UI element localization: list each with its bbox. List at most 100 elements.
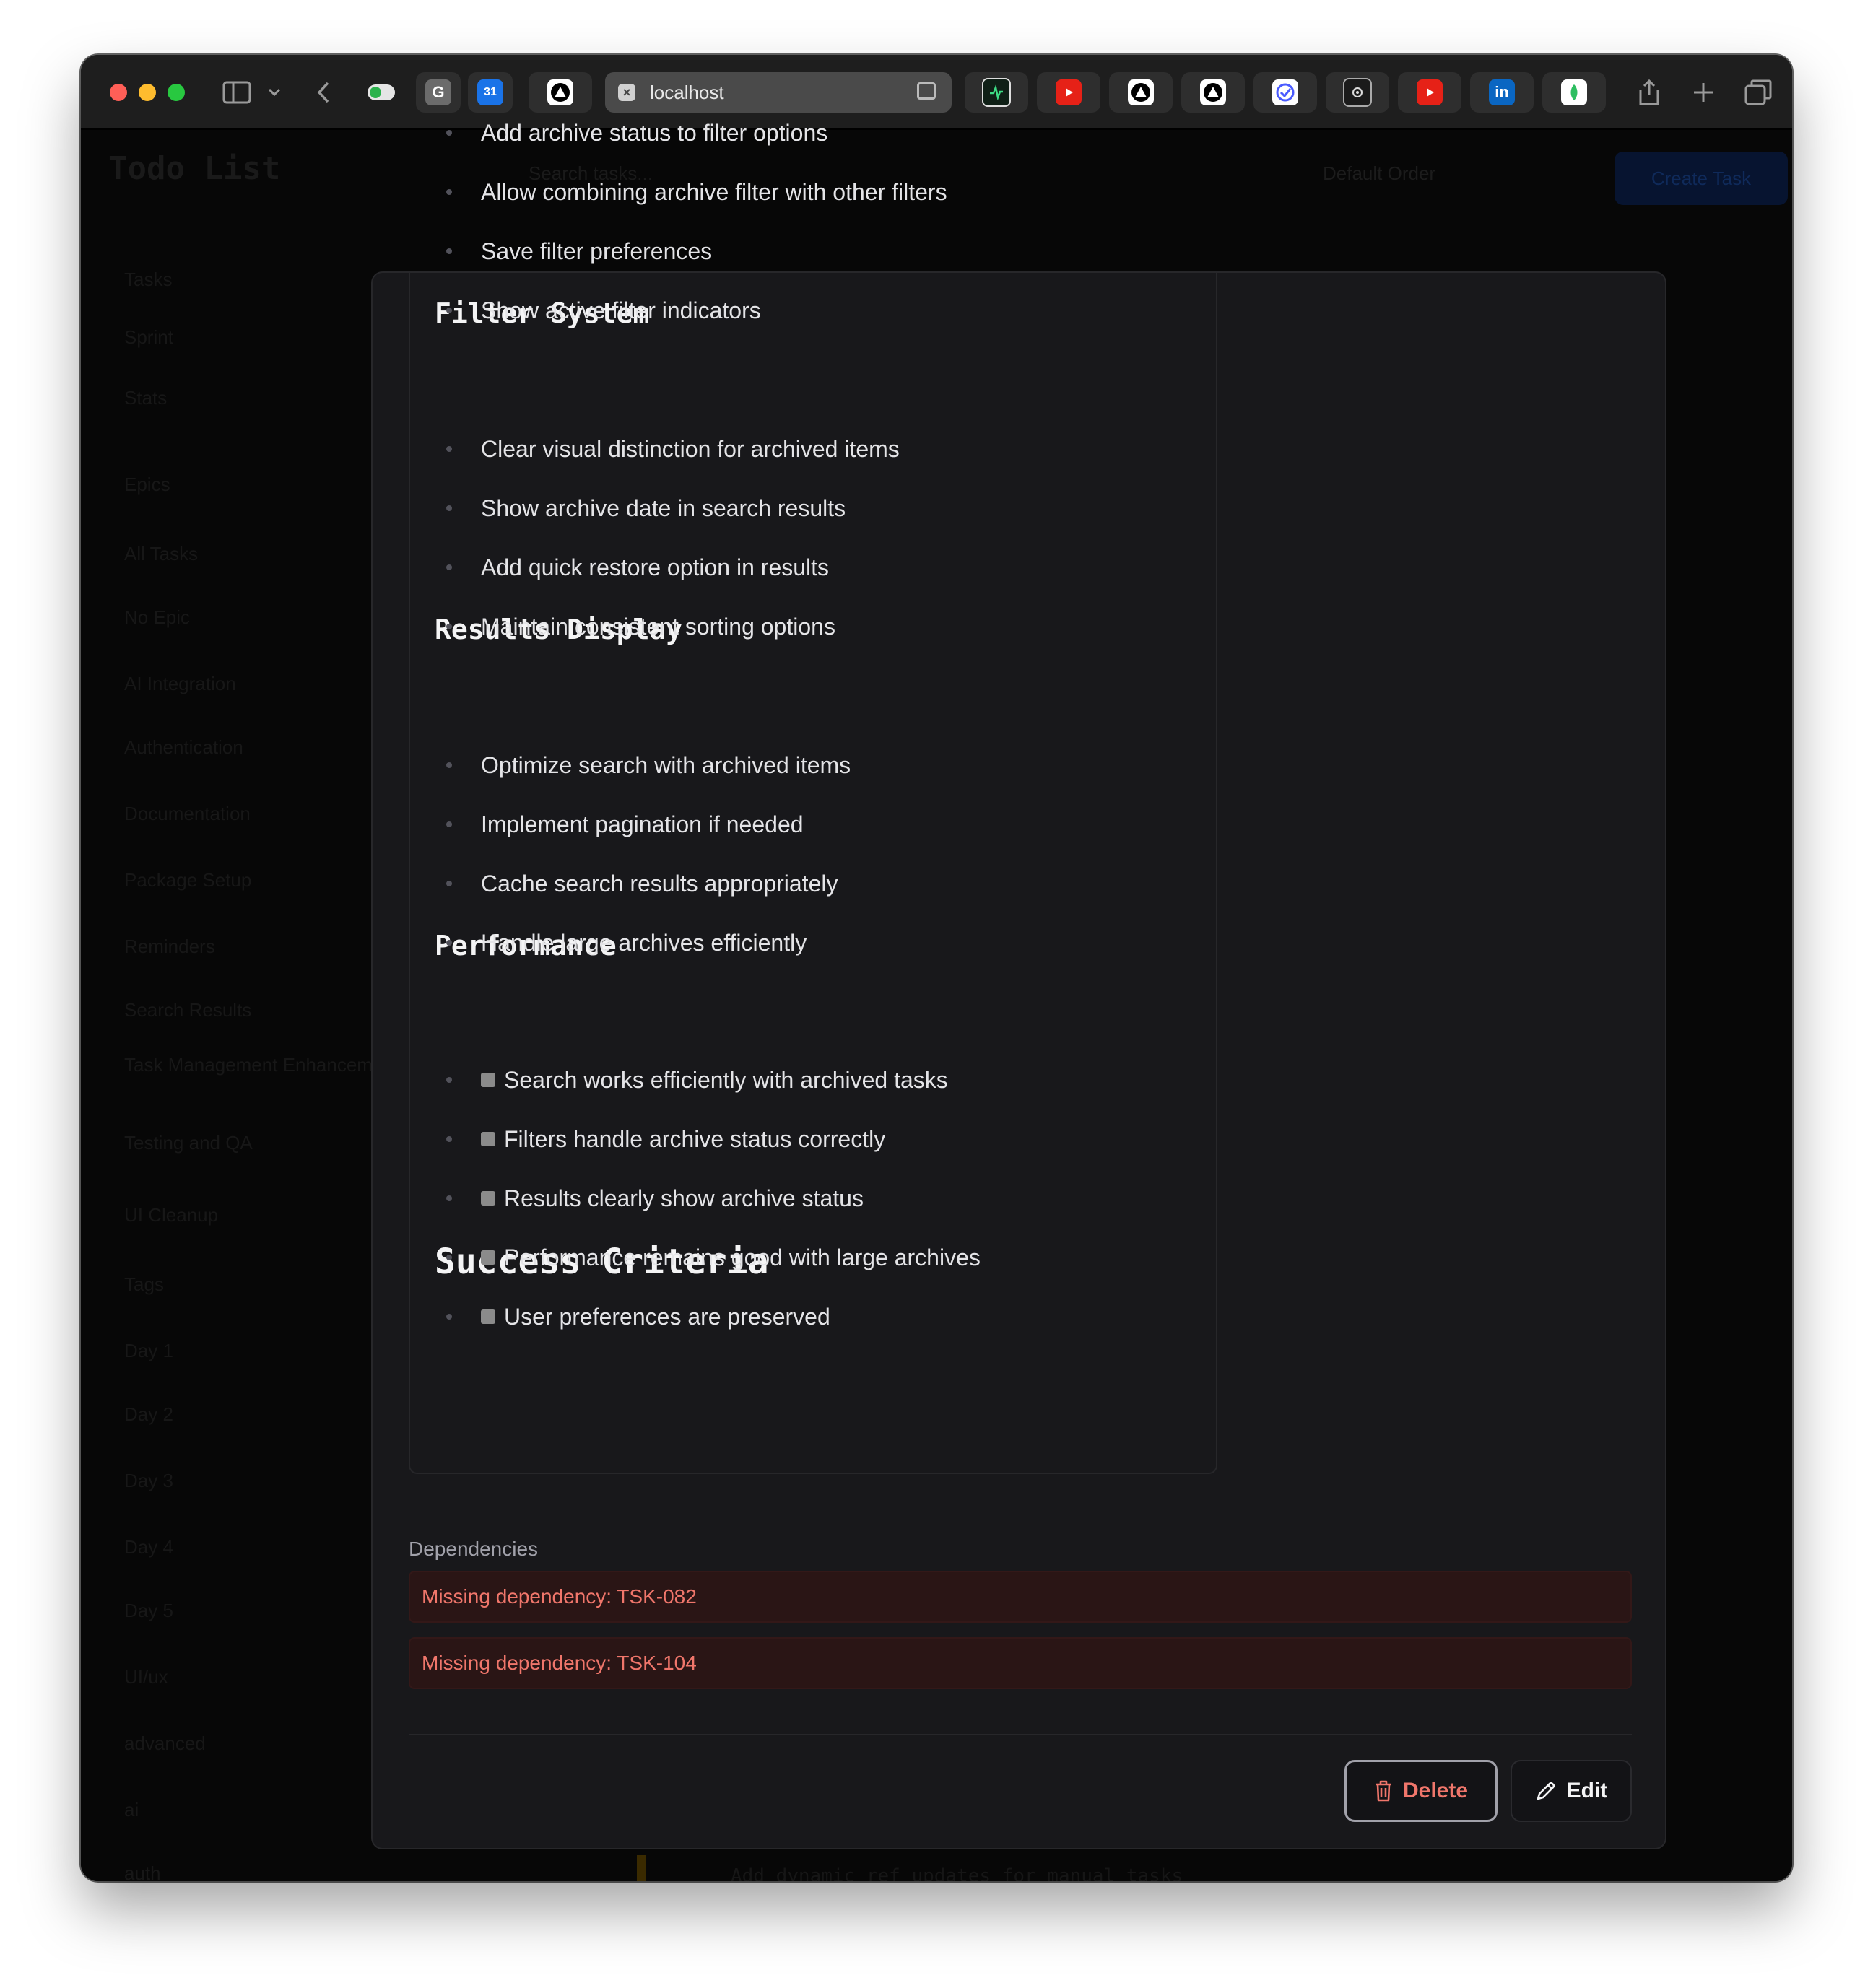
- bullet-icon: [446, 624, 452, 629]
- tab-vpn[interactable]: [1253, 72, 1317, 113]
- list-item: Maintain consistent sorting options: [435, 612, 835, 641]
- footer-divider: [409, 1734, 1632, 1735]
- edit-label: Edit: [1566, 1779, 1608, 1802]
- dependency-item: Missing dependency: TSK-082: [409, 1571, 1632, 1623]
- sidebar-item: advanced: [124, 1732, 206, 1754]
- delete-button[interactable]: Delete: [1344, 1760, 1498, 1822]
- url-text: localhost: [650, 81, 724, 103]
- tab-overview-icon[interactable]: [1744, 77, 1772, 108]
- bullet-icon: [446, 1314, 452, 1320]
- tab-vercel-2[interactable]: [1109, 72, 1173, 113]
- create-task-button: Create Task: [1615, 152, 1788, 205]
- sidebar-item: Stats: [124, 387, 168, 409]
- sidebar-item: Tags: [124, 1273, 164, 1295]
- close-window-button[interactable]: [110, 84, 127, 101]
- tab-youtube-2[interactable]: [1398, 72, 1461, 113]
- google-icon: G: [425, 79, 451, 105]
- list-item-text: User preferences are preserved: [504, 1303, 830, 1330]
- list-item: Handle large archives efficiently: [435, 928, 807, 957]
- dependency-item: Missing dependency: TSK-104: [409, 1637, 1632, 1689]
- bullet-icon: [446, 189, 452, 195]
- sidebar-item: Day 2: [124, 1403, 173, 1425]
- checkbox[interactable]: [481, 1309, 495, 1324]
- sort-select: Default Order: [1323, 162, 1436, 184]
- tab-google[interactable]: G: [416, 72, 461, 113]
- sidebar-item: Sprint: [124, 326, 173, 348]
- list-item-text: Allow combining archive filter with othe…: [481, 178, 947, 205]
- sidebar-toggle-icon[interactable]: [222, 77, 251, 108]
- sidebar-item: UI/ux: [124, 1666, 168, 1688]
- share-icon[interactable]: [1638, 77, 1661, 108]
- list-item: Optimize search with archived items: [435, 751, 851, 780]
- list-item-text: Add quick restore option in results: [481, 554, 830, 580]
- address-bar[interactable]: × localhost: [605, 72, 952, 113]
- sidebar-item: ai: [124, 1799, 139, 1821]
- calendar-icon: 31: [477, 79, 503, 105]
- tab-tabs[interactable]: [1326, 72, 1389, 113]
- site-favicon-icon: ×: [618, 84, 635, 101]
- back-icon[interactable]: [316, 77, 331, 108]
- vercel-icon: [547, 79, 573, 105]
- reader-icon[interactable]: [917, 82, 936, 100]
- tab-vercel-3[interactable]: [1181, 72, 1245, 113]
- tab-youtube-1[interactable]: [1037, 72, 1100, 113]
- checkbox[interactable]: [481, 1191, 495, 1206]
- list-item: Allow combining archive filter with othe…: [435, 178, 947, 206]
- list-item-text: Save filter preferences: [481, 237, 713, 264]
- bullet-icon: [446, 881, 452, 886]
- list-item: Save filter preferences: [435, 237, 712, 266]
- vercel-icon: [1128, 79, 1154, 105]
- sidebar-item: auth: [124, 1862, 161, 1881]
- checkbox[interactable]: [481, 1250, 495, 1265]
- youtube-icon: [1417, 79, 1443, 105]
- tab-vercel-1[interactable]: [529, 72, 592, 113]
- list-item-text: Performance remains good with large arch…: [504, 1244, 981, 1270]
- tab-calendar[interactable]: 31: [468, 72, 513, 113]
- sidebar-item: Authentication: [124, 736, 243, 758]
- vercel-icon: [1200, 79, 1226, 105]
- minimize-window-button[interactable]: [139, 84, 156, 101]
- youtube-icon: [1056, 79, 1082, 105]
- chevron-down-icon[interactable]: [267, 77, 282, 108]
- checkbox[interactable]: [481, 1073, 495, 1087]
- list-item-text: Add archive status to filter options: [481, 119, 828, 146]
- sidebar-item: Testing and QA: [124, 1132, 253, 1154]
- checkbox[interactable]: [481, 1132, 495, 1146]
- tab-linkedin[interactable]: in: [1470, 72, 1534, 113]
- gear-icon: [1343, 78, 1372, 107]
- list-item-text: Implement pagination if needed: [481, 811, 804, 837]
- background-task-title: Add dynamic ref updates for manual tasks: [731, 1865, 1183, 1881]
- list-item: Clear visual distinction for archived it…: [435, 435, 900, 463]
- list-item-text: Search works efficiently with archived t…: [504, 1066, 948, 1093]
- list-item-text: Handle large archives efficiently: [481, 929, 807, 956]
- bullet-icon: [446, 821, 452, 827]
- tab-evernote[interactable]: [1542, 72, 1606, 113]
- list-item-text: Optimize search with archived items: [481, 751, 851, 778]
- checklist-item: Results clearly show archive status: [435, 1184, 864, 1213]
- sidebar-item: Reminders: [124, 936, 215, 957]
- list-item: Show archive date in search results: [435, 494, 846, 523]
- sidebar-item: All Tasks: [124, 543, 199, 564]
- tab-activity[interactable]: [965, 72, 1028, 113]
- list-item: Implement pagination if needed: [435, 810, 804, 839]
- pencil-icon: [1537, 1782, 1555, 1800]
- sidebar-item: Tasks: [124, 269, 173, 290]
- sidebar-item: Day 5: [124, 1600, 173, 1621]
- task-detail-modal: Filter System Add archive status to filte…: [371, 120, 1666, 1849]
- bullet-icon: [446, 1255, 452, 1260]
- toggle-extension-icon[interactable]: [367, 77, 396, 108]
- bullet-icon: [446, 1077, 452, 1083]
- sidebar-item: Search Results: [124, 999, 252, 1021]
- edit-button[interactable]: Edit: [1511, 1760, 1632, 1822]
- bullet-icon: [446, 308, 452, 313]
- new-tab-icon[interactable]: [1692, 77, 1714, 108]
- zoom-window-button[interactable]: [168, 84, 185, 101]
- bullet-icon: [446, 446, 452, 452]
- trash-icon: [1375, 1780, 1391, 1802]
- sidebar-item: Documentation: [124, 803, 251, 824]
- sidebar-item: Day 1: [124, 1340, 173, 1361]
- sidebar-item: Epics: [124, 474, 170, 495]
- sidebar-item: Package Setup: [124, 869, 252, 891]
- bullet-icon: [446, 505, 452, 511]
- list-item-text: Clear visual distinction for archived it…: [481, 435, 900, 462]
